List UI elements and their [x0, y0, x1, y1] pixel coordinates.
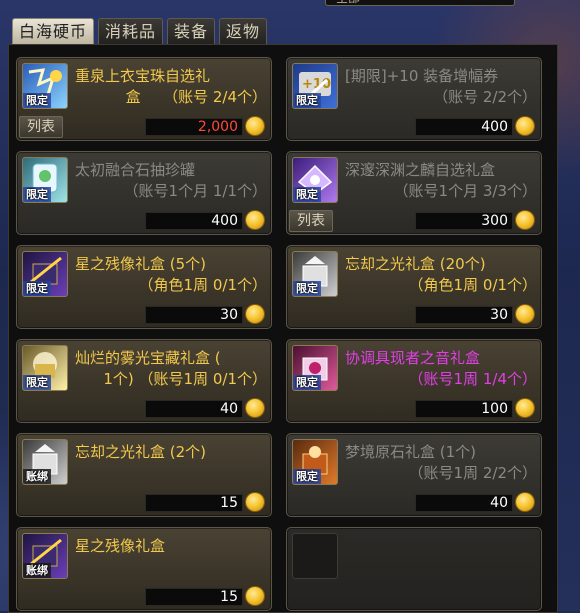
item-name: 深邃深渊之麟自选礼盒	[345, 161, 496, 179]
tab-consumables[interactable]: 消耗品	[98, 18, 164, 44]
limited-badge: 限定	[23, 187, 51, 202]
coin-icon	[246, 399, 264, 417]
coin-icon	[516, 493, 534, 511]
shop-tabs: 白海硬币 消耗品 装备 返物	[12, 18, 271, 44]
item-price: 40	[145, 400, 243, 418]
harmony-box-icon: 限定	[292, 345, 338, 391]
item-limit: （账号1周 1/4个）	[408, 370, 537, 388]
account-bound-badge: 账绑	[23, 563, 51, 578]
limited-badge: 限定	[293, 187, 321, 202]
item-price: 30	[145, 306, 243, 324]
shop-item-card[interactable]: 限定 星之残像礼盒 (5个) （角色1周 0/1个） 30	[16, 245, 272, 329]
shop-item-card[interactable]: 限定 协调具现者之音礼盒 （账号1周 1/4个） 100	[286, 339, 542, 423]
coin-icon	[516, 211, 534, 229]
item-limit: （账号1个月 3/3个）	[393, 182, 537, 200]
empty-icon-slot	[292, 533, 338, 579]
dream-stone-box-icon: 限定	[292, 439, 338, 485]
item-name: 忘却之光礼盒 (2个)	[75, 443, 207, 461]
tab-return[interactable]: 返物	[219, 18, 268, 44]
item-limit: 盒 （账号 2/4个）	[125, 88, 267, 106]
limited-badge: 限定	[293, 93, 321, 108]
shop-item-card[interactable]: 限定 灿烂的雾光宝藏礼盒 ( 1个) （账号1周 0/1个） 40	[16, 339, 272, 423]
coin-icon	[246, 305, 264, 323]
item-name: [期限]+10 装备增幅券	[345, 67, 499, 85]
shop-item-card[interactable]: 限定 重泉上衣宝珠自选礼 盒 （账号 2/4个） 列表 2,000	[16, 57, 272, 141]
item-price: 15	[145, 588, 243, 606]
limited-badge: 限定	[23, 375, 51, 390]
shop-item-card[interactable]: 限定 忘却之光礼盒 (20个) （角色1周 0/1个） 30	[286, 245, 542, 329]
item-name: 星之残像礼盒	[75, 537, 166, 555]
item-name: 重泉上衣宝珠自选礼	[75, 67, 211, 85]
afterimage-box-icon: 账绑	[22, 533, 68, 579]
coin-icon	[246, 493, 264, 511]
item-price: 2,000	[145, 118, 243, 136]
item-limit: 1个) （账号1周 0/1个）	[103, 370, 267, 388]
amplify-ticket-icon: +10 限定	[292, 63, 338, 109]
shop-item-panel: 限定 重泉上衣宝珠自选礼 盒 （账号 2/4个） 列表 2,000 +10 限定…	[8, 44, 558, 613]
item-name: 梦境原石礼盒 (1个)	[345, 443, 477, 461]
tab-white-sea-coin[interactable]: 白海硬币	[12, 18, 95, 44]
shop-item-card[interactable]: 限定 深邃深渊之麟自选礼盒 （账号1个月 3/3个） 列表 300	[286, 151, 542, 235]
list-button[interactable]: 列表	[289, 210, 333, 232]
limited-badge: 限定	[293, 469, 321, 484]
item-name: 灿烂的雾光宝藏礼盒 (	[75, 349, 221, 367]
limited-badge: 限定	[293, 281, 321, 296]
shop-item-card[interactable]: 限定 太初融合石抽珍罐 （账号1个月 1/1个） 400	[16, 151, 272, 235]
list-button[interactable]: 列表	[19, 116, 63, 138]
stone-jar-icon: 限定	[22, 157, 68, 203]
abyss-box-icon: 限定	[292, 157, 338, 203]
limited-badge: 限定	[23, 281, 51, 296]
shop-item-card[interactable]: +10 限定 [期限]+10 装备增幅券 （账号 2/2个） 400	[286, 57, 542, 141]
item-name: 协调具现者之音礼盒	[345, 349, 481, 367]
shop-item-card[interactable]: 账绑 忘却之光礼盒 (2个) 15	[16, 433, 272, 517]
light-box-icon: 限定	[292, 251, 338, 297]
treasure-box-icon: 限定	[22, 345, 68, 391]
coin-icon	[516, 399, 534, 417]
item-price: 400	[145, 212, 243, 230]
item-price: 30	[415, 306, 513, 324]
item-price: 15	[145, 494, 243, 512]
limited-badge: 限定	[23, 93, 51, 108]
coin-icon	[516, 117, 534, 135]
item-name: 星之残像礼盒 (5个)	[75, 255, 207, 273]
item-price: 300	[415, 212, 513, 230]
item-price: 400	[415, 118, 513, 136]
category-dropdown[interactable]: 全部	[325, 0, 515, 6]
tab-equipment[interactable]: 装备	[167, 18, 216, 44]
shop-item-card[interactable]: 账绑 星之残像礼盒 15	[16, 527, 272, 611]
coin-icon	[246, 587, 264, 605]
item-limit: （账号1个月 1/1个）	[123, 182, 267, 200]
account-bound-badge: 账绑	[23, 469, 51, 484]
light-box-icon: 账绑	[22, 439, 68, 485]
item-name: 忘却之光礼盒 (20个)	[345, 255, 486, 273]
afterimage-box-icon: 限定	[22, 251, 68, 297]
coin-icon	[516, 305, 534, 323]
item-limit: （账号1周 2/2个）	[408, 464, 537, 482]
item-limit: （角色1周 0/1个）	[138, 276, 267, 294]
coin-icon	[246, 117, 264, 135]
empty-item-slot	[286, 527, 542, 611]
item-price: 100	[415, 400, 513, 418]
limited-badge: 限定	[293, 375, 321, 390]
item-limit: （账号 2/2个）	[433, 88, 537, 106]
shop-item-card[interactable]: 限定 梦境原石礼盒 (1个) （账号1周 2/2个） 40	[286, 433, 542, 517]
gift-box-icon: 限定	[22, 63, 68, 109]
item-limit: （角色1周 0/1个）	[408, 276, 537, 294]
item-price: 40	[415, 494, 513, 512]
coin-icon	[246, 211, 264, 229]
item-name: 太初融合石抽珍罐	[75, 161, 196, 179]
